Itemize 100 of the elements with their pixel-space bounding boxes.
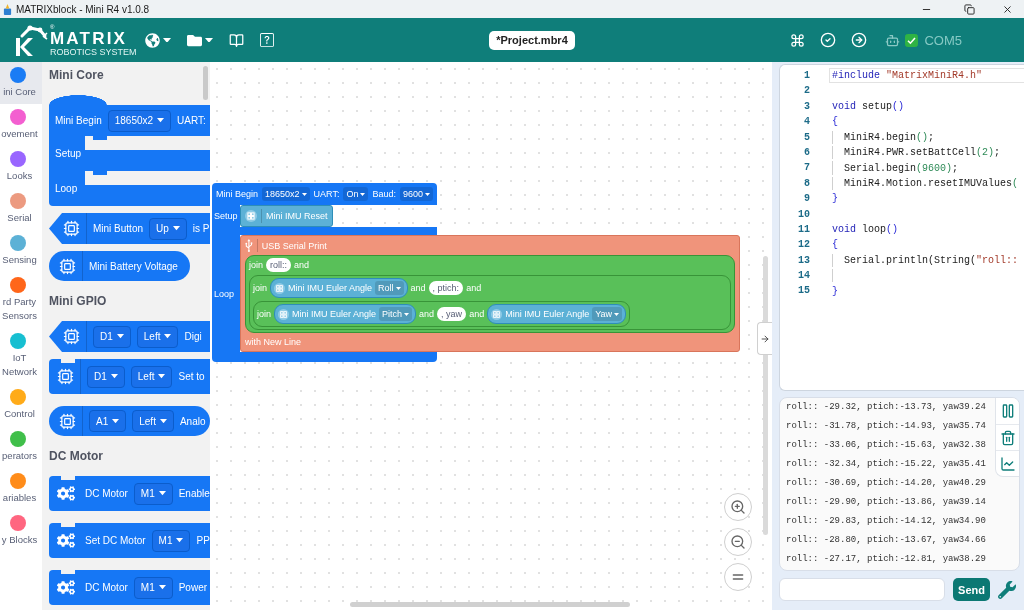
sensor-block[interactable]: Mini IMU Reset [240,205,333,227]
dropdown[interactable]: Left [130,365,173,388]
sensor-block[interactable]: Mini IMU Euler Angle Roll [270,278,408,298]
reporter-block[interactable]: Mini Battery Voltage [49,251,190,281]
boolean-block[interactable]: D1 Left Digi [49,321,210,352]
zoom-out-button[interactable] [724,528,752,556]
line-number: 1 [803,69,810,83]
language-menu-button[interactable] [144,30,171,50]
serial-output-line: roll:: -33.06, ptich:-15.63, yaw32.38 [786,439,987,452]
zoom-in-icon [730,499,746,515]
dropdown[interactable]: D1 [87,365,125,388]
project-title: *Project.mbr4 [489,30,575,50]
command-label: and [294,259,310,271]
chip-icon [59,257,76,275]
command-label: DC Motor [85,488,128,499]
command-label: Mini Begin [216,188,259,200]
wrench-icon[interactable] [998,580,1016,599]
dropdown[interactable]: Yaw [592,307,623,321]
command-label: Baud: [372,188,396,200]
dropdown[interactable]: M1 [151,529,191,552]
serial-output-line: roll:: -29.90, ptich:-13.86, yaw39.14 [786,496,987,509]
code-line: Serial.println(String("roll:: [829,252,1019,269]
dropdown[interactable]: 18650x2 [262,187,310,201]
caret-icon [157,118,165,123]
command-label: Digi [184,331,202,342]
text-input[interactable]: roll:: [266,258,292,272]
dropdown[interactable]: D1 [93,325,131,348]
restore-icon [964,3,975,15]
grid-icon [491,308,503,320]
dropdown[interactable]: Roll [375,281,404,295]
command-label: Mini Button [93,223,144,234]
dropdown[interactable]: Up [149,217,187,240]
dropdown[interactable]: Left [132,410,174,432]
caret-icon [162,37,171,43]
serial-output-line: roll:: -29.83, ptich:-14.12, yaw34.90 [786,515,987,528]
statement-block[interactable]: Set DC Motor M1 PP [49,523,210,558]
dropdown[interactable]: M1 [133,576,173,599]
command-label: Setup [55,148,82,159]
logo-tagline: ROBOTICS SYSTEM [50,46,137,57]
dropdown[interactable]: 18650x2 [107,109,172,132]
app-icon [3,3,12,15]
line-number: 6 [803,145,810,160]
arrow-right-icon [760,333,770,344]
caret-icon [164,334,172,339]
section-heading: Mini GPIO [49,293,107,310]
dropdown[interactable]: A1 [89,410,127,432]
serial-output-line: roll:: -32.34, ptich:-15.22, yaw35.41 [786,458,987,471]
dropdown[interactable]: On [343,187,369,201]
zoom-out-icon [730,534,746,550]
grid-icon [274,282,285,294]
scrollbar-thumb[interactable] [203,66,208,100]
serial-output-line: roll:: -31.78, ptich:-14.93, yaw35.74 [786,420,987,433]
folder-icon [186,32,202,48]
caret-icon [301,192,307,196]
statement-block[interactable]: DC Motor M1 Enable [49,476,210,511]
usb-icon [245,239,253,252]
sensor-block[interactable]: Mini IMU Euler Angle Pitch [274,304,417,324]
caret-icon [158,374,166,379]
gears-icon [57,486,75,501]
horizontal-scrollbar[interactable] [350,602,630,607]
dropdown[interactable]: Left [136,325,179,348]
upload-button[interactable] [851,30,868,50]
send-button[interactable]: Send [953,578,990,601]
serial-output-line: roll:: -27.17, ptich:-12.81, yaw38.29 [786,553,987,566]
serial-input-field[interactable] [779,578,945,601]
help-button[interactable] [259,30,274,50]
close-icon [1002,3,1013,15]
verify-button[interactable] [820,30,837,50]
reset-zoom-button[interactable] [724,563,752,591]
globe-icon [144,32,160,48]
dropdown[interactable]: M1 [133,482,173,505]
dropdown[interactable]: 9600 [399,187,433,201]
dropdown[interactable]: Pitch [379,307,413,321]
caret-icon [159,418,167,424]
command-label: Mini Begin [55,115,102,126]
robot-icon [885,32,901,48]
section-heading: DC Motor [49,448,103,465]
operator-block[interactable]: join Mini IMU Euler Angle Pitch and , yaw and Mini IMU Euler Angle Yaw [253,301,631,327]
command-label: USB Serial Print [261,239,327,252]
caret-icon [172,226,180,231]
command-label: and [419,308,435,320]
reporter-block[interactable]: A1 Left Analo [49,406,210,436]
line-number: 11 [797,222,810,237]
boolean-block[interactable]: Mini Button Up is P [49,213,210,244]
code-line: void loop() [831,223,899,238]
statement-block[interactable]: D1 Left Set to [49,359,210,394]
statement-block[interactable]: DC Motor M1 Power [49,570,210,605]
category-item[interactable]: ini Core [0,62,42,104]
line-number: 5 [803,130,810,145]
command-label: Set to [178,371,205,382]
line-number: 15 [797,284,810,299]
indent-guide [832,269,833,283]
caret-icon [112,418,120,424]
sensor-block[interactable]: Mini IMU Euler Angle Yaw [487,304,627,324]
text-input[interactable]: , yaw [437,307,467,321]
command-label: Mini IMU Euler Angle [292,308,377,320]
line-number: 4 [803,115,810,130]
port-checkbox[interactable] [905,33,919,47]
robot-arm-logo-icon [14,24,48,56]
zoom-in-button[interactable] [724,493,752,521]
